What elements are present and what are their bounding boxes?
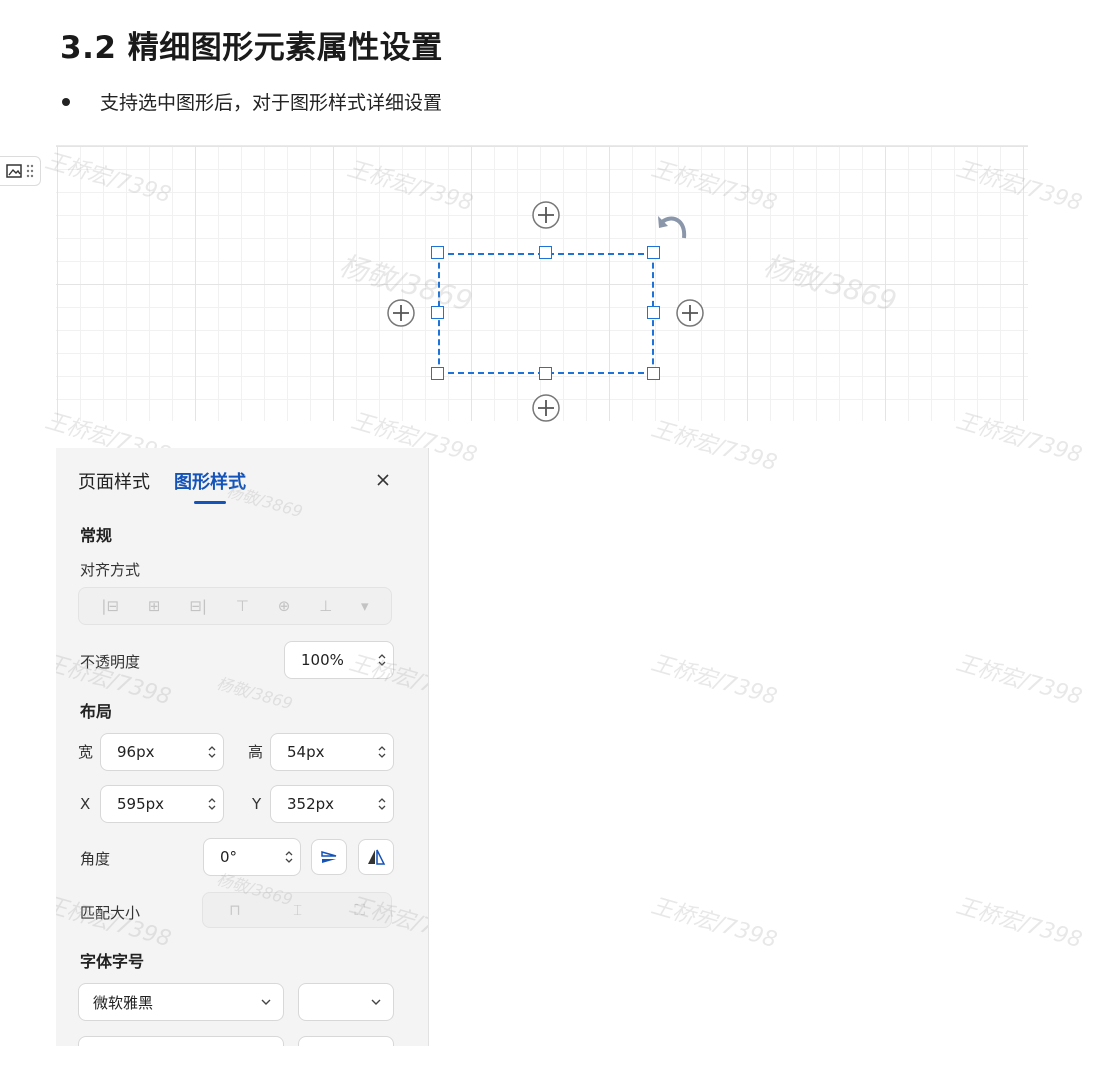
- angle-label: 角度: [80, 850, 111, 868]
- chevron-down-icon: [261, 999, 271, 1005]
- angle-value: 0°: [220, 848, 238, 866]
- height-value: 54px: [287, 743, 325, 761]
- panel-tabs: 页面样式 图形样式: [78, 468, 246, 504]
- add-shape-right-icon[interactable]: [675, 298, 705, 328]
- resize-handle-left[interactable]: [431, 306, 444, 319]
- height-label: 高: [248, 743, 264, 761]
- resize-handle-top-left[interactable]: [431, 246, 444, 259]
- section-general-title: 常规: [80, 526, 113, 545]
- align-label: 对齐方式: [80, 561, 141, 579]
- align-toolbar: |⊟ ⊞ ⊟| ⊤ ⊕ ⊥ ▾: [78, 587, 392, 625]
- section-heading: 3.2 精细图形元素属性设置: [60, 30, 443, 66]
- spinner-icon[interactable]: [371, 745, 393, 759]
- line-height-input[interactable]: [78, 1036, 284, 1046]
- flip-vertical-button[interactable]: [311, 839, 347, 875]
- selected-rectangle-shape[interactable]: [438, 253, 654, 374]
- watermark: 王桥宏/7398: [953, 893, 1085, 954]
- letter-spacing-input[interactable]: [298, 1036, 394, 1046]
- opacity-input[interactable]: 100%: [284, 641, 394, 679]
- font-size-select[interactable]: [298, 983, 394, 1021]
- resize-handle-bottom-right[interactable]: [647, 367, 660, 380]
- more-chevron-icon: ▾: [361, 597, 369, 615]
- resize-handle-right[interactable]: [647, 306, 660, 319]
- match-height-icon: ⌶: [293, 901, 303, 919]
- chevron-down-icon: [371, 999, 381, 1005]
- font-family-value: 微软雅黑: [93, 993, 154, 1012]
- height-input[interactable]: 54px: [270, 733, 394, 771]
- bullet-text: 支持选中图形后，对于图形样式详细设置: [100, 92, 443, 114]
- image-icon: [6, 164, 22, 178]
- spinner-icon[interactable]: [371, 797, 393, 811]
- add-shape-top-icon[interactable]: [531, 200, 561, 230]
- y-value: 352px: [287, 795, 335, 813]
- close-icon[interactable]: [373, 470, 393, 490]
- spinner-icon[interactable]: [201, 797, 223, 811]
- opacity-value: 100%: [301, 651, 344, 669]
- flip-horizontal-button[interactable]: [358, 839, 394, 875]
- match-both-icon: ⛶: [354, 901, 365, 919]
- image-block-handle[interactable]: [0, 156, 41, 186]
- opacity-label: 不透明度: [80, 653, 141, 671]
- flip-vertical-icon: [321, 851, 337, 863]
- watermark: 王桥宏/7398: [953, 650, 1085, 711]
- x-value: 595px: [117, 795, 165, 813]
- section-layout-title: 布局: [80, 702, 113, 721]
- match-size-toolbar: ⊓ ⌶ ⛶: [202, 892, 392, 928]
- y-label: Y: [252, 795, 262, 813]
- bullet-item: 支持选中图形后，对于图形样式详细设置: [60, 88, 442, 115]
- width-input[interactable]: 96px: [100, 733, 224, 771]
- add-shape-bottom-icon[interactable]: [531, 393, 561, 423]
- shape-style-panel: 页面样式 图形样式 常规 对齐方式 |⊟ ⊞ ⊟| ⊤ ⊕ ⊥ ▾ 不透明度 1…: [56, 448, 428, 1046]
- watermark: 王桥宏/7398: [648, 650, 780, 711]
- add-shape-left-icon[interactable]: [386, 298, 416, 328]
- resize-handle-top[interactable]: [539, 246, 552, 259]
- x-label: X: [80, 795, 91, 813]
- align-left-icon: |⊟: [101, 597, 120, 615]
- bullet-dot: [62, 97, 70, 106]
- width-value: 96px: [117, 743, 155, 761]
- x-input[interactable]: 595px: [100, 785, 224, 823]
- rotate-handle-icon[interactable]: [656, 210, 692, 250]
- flip-horizontal-icon: [368, 849, 386, 865]
- resize-handle-bottom[interactable]: [539, 367, 552, 380]
- align-right-icon: ⊟|: [189, 597, 207, 615]
- spinner-icon[interactable]: [278, 850, 300, 864]
- align-middle-v-icon: ⊕: [277, 597, 291, 615]
- spinner-icon[interactable]: [201, 745, 223, 759]
- align-bottom-icon: ⊥: [319, 597, 333, 615]
- tab-page-style[interactable]: 页面样式: [78, 468, 150, 494]
- resize-handle-bottom-left[interactable]: [431, 367, 444, 380]
- watermark: 王桥宏/7398: [648, 893, 780, 954]
- match-width-icon: ⊓: [229, 901, 241, 919]
- spinner-icon[interactable]: [371, 653, 393, 667]
- align-top-icon: ⊤: [235, 597, 249, 615]
- angle-input[interactable]: 0°: [203, 838, 301, 876]
- width-label: 宽: [78, 743, 94, 761]
- drag-handle-icon[interactable]: [26, 164, 34, 178]
- y-input[interactable]: 352px: [270, 785, 394, 823]
- font-family-select[interactable]: 微软雅黑: [78, 983, 284, 1021]
- match-size-label: 匹配大小: [80, 904, 141, 922]
- section-font-title: 字体字号: [80, 952, 145, 971]
- watermark: 杨敬/3869: [214, 673, 295, 714]
- align-center-h-icon: ⊞: [147, 597, 161, 615]
- tab-shape-style[interactable]: 图形样式: [174, 468, 246, 504]
